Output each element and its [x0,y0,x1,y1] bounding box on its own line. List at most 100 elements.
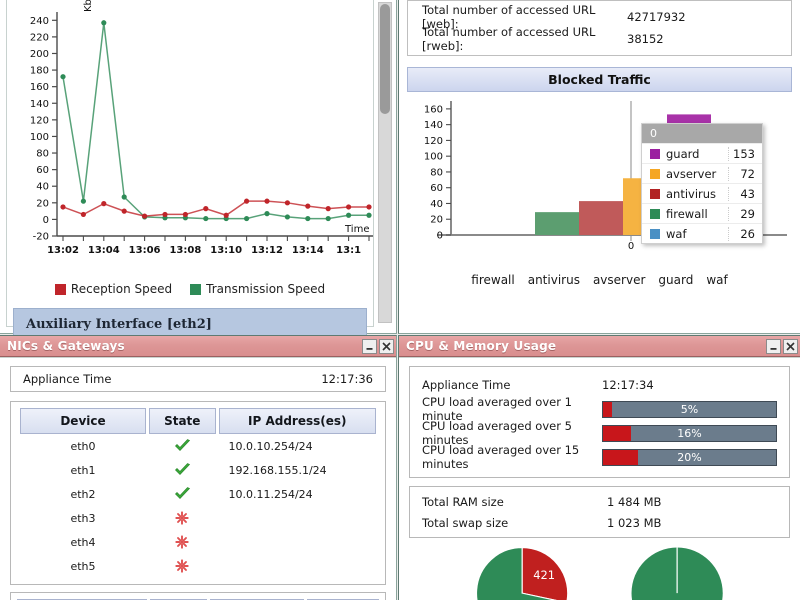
blocked-traffic-title: Blocked Traffic [407,67,792,92]
tooltip-swatch-firewall [650,208,660,219]
interface-pane-scrollbar[interactable] [378,2,392,323]
bt-legend-item-guard: guard [658,273,693,287]
cpu-memory-window: CPU & Memory Usage Appliance Time 12:17:… [398,335,800,600]
tooltip-header: 0 [642,124,762,143]
error-icon [149,506,216,530]
tooltip-label-antivirus: antivirus [666,186,717,201]
tooltip-row: antivirus 43 [642,183,762,203]
cpu-appliance-time-row: Appliance Time 12:17:34 [422,373,777,397]
table-row[interactable]: eth0 10.0.10.254/24 [20,434,376,458]
tooltip-label-firewall: firewall [666,206,708,221]
minimize-icon[interactable] [766,338,781,354]
bt-legend-label-avserver: avserver [592,273,646,287]
bt-legend-label-guard: guard [658,273,694,287]
tooltip-row: avserver 72 [642,163,762,183]
svg-text:240: 240 [30,16,49,27]
cpu-title: CPU & Memory Usage [406,339,557,353]
tooltip-rows: guard 153 avserver 72 antivirus 43 firewall 29 w… [642,143,762,243]
nic-device: eth3 [70,511,96,525]
cpu-appliance-time-value: 12:17:34 [602,378,654,392]
blocked-traffic-chart: 160 140 120 100 80 60 40 20 0 0 0 guard 153 avserv… [407,95,792,270]
swap-pie-chart [631,547,723,600]
ram-pie-chart: 4211063 [475,546,568,600]
cpu-load-row: CPU load averaged over 1 minute 5% [422,395,777,423]
svg-text:60: 60 [36,165,49,176]
url-web-value: 42717932 [627,10,686,24]
check-icon [149,458,216,482]
url-rweb-value: 38152 [627,32,664,46]
svg-text:140: 140 [30,99,49,110]
nics-body: Appliance Time 12:17:36 Device State IP … [0,357,396,600]
swap-size-label: Total swap size [422,515,509,530]
tooltip-value-firewall: 29 [728,206,762,221]
col-state[interactable]: State [149,408,216,434]
ram-size-value: 1 484 MB [607,494,662,509]
blocked-traffic-legend: firewall antivirus avserver guard waf [407,270,792,290]
check-icon [149,434,216,458]
nic-device: eth2 [70,487,96,501]
error-icon [149,554,216,578]
svg-text:160: 160 [424,104,443,115]
minimize-icon[interactable] [362,338,377,354]
tooltip-value-guard: 153 [728,146,762,161]
cpu-load-box: Appliance Time 12:17:34 CPU load average… [409,366,790,478]
nic-device: eth4 [70,535,96,549]
x-axis-title: Time [344,224,369,235]
svg-text:0: 0 [43,215,49,226]
interface-chart-legend: Reception Speed Transmission Speed [7,278,373,300]
close-icon[interactable] [783,338,798,354]
blocked-traffic-tooltip: 0 guard 153 avserver 72 antivirus 43 firewall 2… [641,123,763,244]
svg-text:140: 140 [424,120,443,131]
bt-legend-item-waf: waf [706,273,727,287]
col-ip[interactable]: IP Address(es) [218,408,376,434]
nics-title: NICs & Gateways [7,339,125,353]
svg-text:120: 120 [424,136,443,147]
nic-ip-address: 10.0.11.254/24 [228,487,313,501]
cpu-load-label: CPU load averaged over 15 minutes [422,443,580,471]
svg-text:120: 120 [30,115,49,126]
svg-text:100: 100 [424,152,443,163]
svg-text:100: 100 [30,132,49,143]
check-icon [149,482,216,506]
nic-ip-address: 192.168.155.1/24 [228,463,327,477]
svg-text:160: 160 [30,82,49,93]
svg-text:20: 20 [36,198,49,209]
tooltip-value-waf: 26 [728,226,762,241]
tooltip-swatch-waf [650,228,660,239]
tooltip-row: guard 153 [642,143,762,163]
table-row[interactable]: eth4 [20,530,376,554]
url-stats-box: Total number of accessed URL [web]: 4271… [407,0,792,56]
legend-swatch-transmission [190,283,202,295]
cpu-load-bar: 16% [602,424,777,442]
interface-chart-inner: 240 220 200 180 160 140 120 100 80 60 40 20 0 -20 13:… [6,0,374,340]
svg-text:80: 80 [430,167,443,178]
svg-text:13:04: 13:04 [88,245,120,256]
svg-text:80: 80 [36,149,49,160]
tooltip-label-guard: guard [666,146,700,161]
memory-box: Total RAM size 1 484 MB Total swap size … [409,486,790,538]
table-row[interactable]: eth2 10.0.11.254/24 [20,482,376,506]
nics-window-buttons [362,338,394,354]
nic-ip-address [219,554,377,578]
svg-text:13:14: 13:14 [292,245,324,256]
nic-device: eth0 [70,439,96,453]
nics-titlebar[interactable]: NICs & Gateways [0,336,396,357]
tooltip-label-waf: waf [666,226,687,241]
table-row[interactable]: eth1 192.168.155.1/24 [20,458,376,482]
svg-text:-20: -20 [33,232,49,243]
tooltip-swatch-antivirus [650,188,660,199]
svg-text:13:06: 13:06 [129,245,161,256]
cpu-titlebar[interactable]: CPU & Memory Usage [399,336,800,357]
table-row[interactable]: eth3 [20,506,376,530]
legend-label-transmission: Transmission Speed [206,282,326,296]
close-icon[interactable] [379,338,394,354]
nic-device: eth1 [70,463,96,477]
tooltip-value-antivirus: 43 [728,186,762,201]
svg-text:20: 20 [430,215,443,226]
scrollbar-thumb[interactable] [380,4,390,114]
error-icon [149,530,216,554]
col-device[interactable]: Device [20,408,146,434]
cpu-load-value: 5% [680,402,699,416]
table-row[interactable]: eth5 [20,554,376,578]
bt-legend-label-waf: waf [706,273,728,287]
